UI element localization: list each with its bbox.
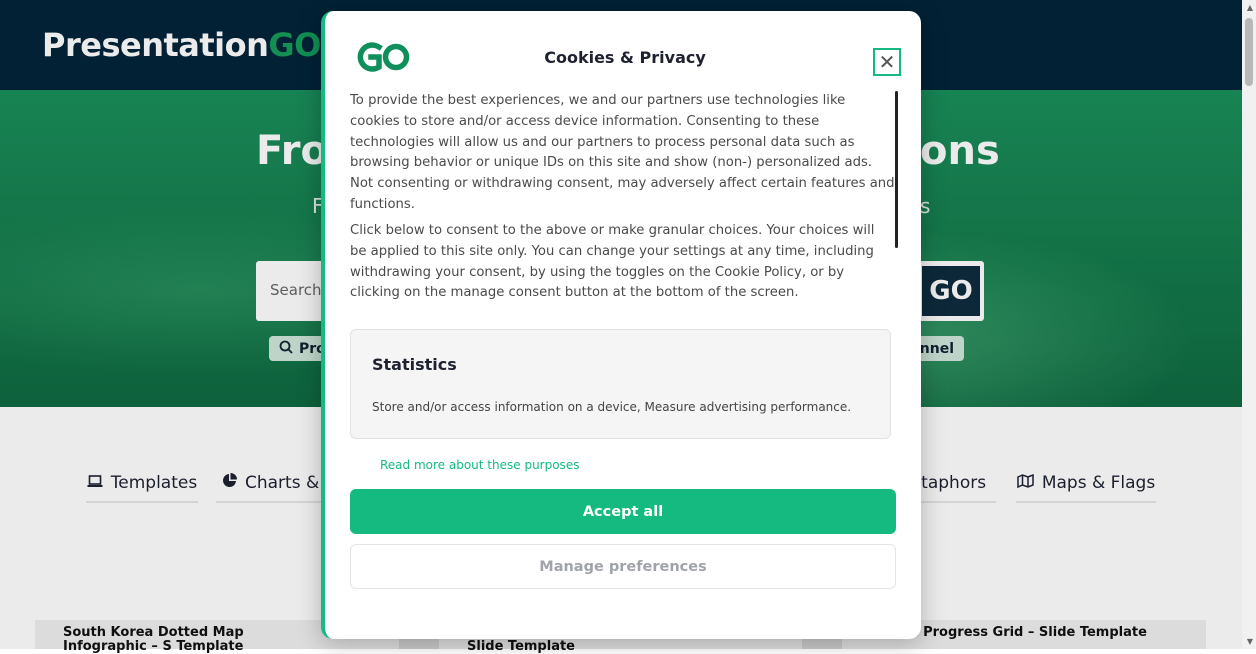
statistics-section[interactable]: Statistics Store and/or access informati… xyxy=(350,329,891,439)
statistics-title: Statistics xyxy=(372,355,457,374)
dialog-title: Cookies & Privacy xyxy=(544,48,706,67)
close-button[interactable]: ✕ xyxy=(873,48,901,76)
read-more-link[interactable]: Read more about these purposes xyxy=(380,458,579,472)
consent-paragraph-1: To provide the best experiences, we and … xyxy=(350,93,895,212)
statistics-description: Store and/or access information on a dev… xyxy=(372,400,852,414)
scroll-up-icon[interactable]: ▲ xyxy=(1247,3,1253,12)
page-scrollbar-thumb[interactable] xyxy=(1245,18,1253,86)
consent-paragraph-2: Click below to consent to the above or m… xyxy=(350,223,875,301)
cookie-consent-dialog: Cookies & Privacy ✕ To provide the best … xyxy=(321,11,921,639)
manage-preferences-button[interactable]: Manage preferences xyxy=(350,544,896,589)
accept-all-button[interactable]: Accept all xyxy=(350,489,896,534)
close-icon: ✕ xyxy=(878,50,896,74)
scroll-down-icon[interactable]: ▼ xyxy=(1247,637,1253,646)
page-scrollbar[interactable]: ▲ ▼ xyxy=(1242,0,1256,649)
dialog-scrollbar[interactable] xyxy=(895,91,898,248)
